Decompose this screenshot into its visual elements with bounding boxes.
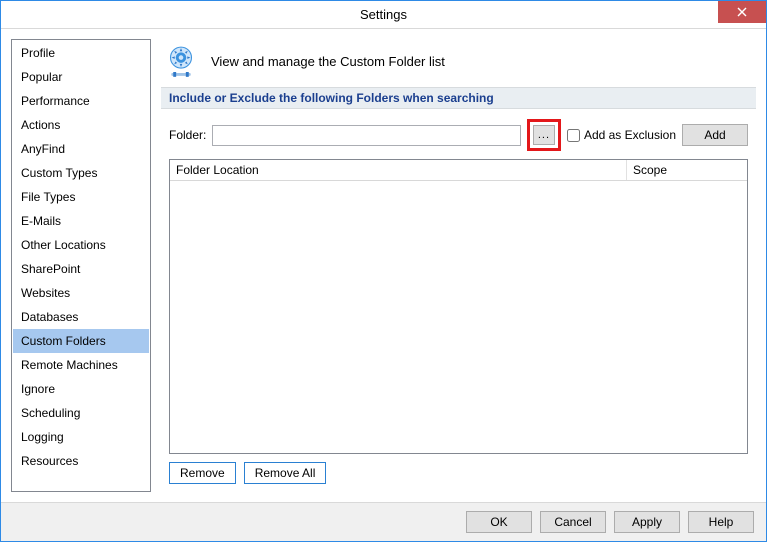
title-bar: Settings	[1, 1, 766, 29]
sidebar-item-popular[interactable]: Popular	[13, 65, 149, 89]
table-header: Folder Location Scope	[170, 160, 747, 181]
ok-button[interactable]: OK	[466, 511, 532, 533]
window-title: Settings	[360, 7, 407, 22]
sidebar-item-custom-folders[interactable]: Custom Folders	[13, 329, 149, 353]
sidebar-item-logging[interactable]: Logging	[13, 425, 149, 449]
remove-button[interactable]: Remove	[169, 462, 236, 484]
folder-row: Folder: ... Add as Exclusion Add	[161, 109, 756, 159]
sidebar-item-profile[interactable]: Profile	[13, 41, 149, 65]
window-body: ProfilePopularPerformanceActionsAnyFindC…	[1, 29, 766, 502]
help-button[interactable]: Help	[688, 511, 754, 533]
remove-all-button[interactable]: Remove All	[244, 462, 327, 484]
exclusion-label: Add as Exclusion	[584, 128, 676, 142]
close-button[interactable]	[718, 1, 766, 23]
folder-input[interactable]	[212, 125, 521, 146]
sidebar-item-other-locations[interactable]: Other Locations	[13, 233, 149, 257]
settings-sidebar[interactable]: ProfilePopularPerformanceActionsAnyFindC…	[11, 39, 151, 492]
main-panel: View and manage the Custom Folder list I…	[161, 39, 756, 492]
panel-header: View and manage the Custom Folder list	[161, 39, 756, 87]
folder-label: Folder:	[169, 128, 206, 142]
sidebar-item-e-mails[interactable]: E-Mails	[13, 209, 149, 233]
gear-icon	[165, 45, 197, 77]
add-as-exclusion[interactable]: Add as Exclusion	[567, 128, 676, 142]
section-banner: Include or Exclude the following Folders…	[161, 87, 756, 109]
settings-window: Settings ProfilePopularPerformanceAction…	[0, 0, 767, 542]
sidebar-item-databases[interactable]: Databases	[13, 305, 149, 329]
sidebar-item-performance[interactable]: Performance	[13, 89, 149, 113]
sidebar-item-websites[interactable]: Websites	[13, 281, 149, 305]
sidebar-item-custom-types[interactable]: Custom Types	[13, 161, 149, 185]
folders-table[interactable]: Folder Location Scope	[169, 159, 748, 454]
cancel-button[interactable]: Cancel	[540, 511, 606, 533]
table-actions: Remove Remove All	[161, 454, 756, 492]
exclusion-checkbox[interactable]	[567, 129, 580, 142]
apply-button[interactable]: Apply	[614, 511, 680, 533]
col-folder-location[interactable]: Folder Location	[170, 160, 627, 180]
dialog-footer: OK Cancel Apply Help	[1, 502, 766, 541]
sidebar-item-anyfind[interactable]: AnyFind	[13, 137, 149, 161]
sidebar-item-resources[interactable]: Resources	[13, 449, 149, 473]
panel-title: View and manage the Custom Folder list	[211, 54, 445, 69]
close-icon	[737, 7, 747, 17]
sidebar-item-remote-machines[interactable]: Remote Machines	[13, 353, 149, 377]
sidebar-item-file-types[interactable]: File Types	[13, 185, 149, 209]
browse-button[interactable]: ...	[533, 125, 555, 145]
sidebar-item-actions[interactable]: Actions	[13, 113, 149, 137]
col-scope[interactable]: Scope	[627, 160, 747, 180]
table-body	[170, 181, 747, 453]
sidebar-item-ignore[interactable]: Ignore	[13, 377, 149, 401]
sidebar-item-sharepoint[interactable]: SharePoint	[13, 257, 149, 281]
browse-highlight: ...	[527, 119, 561, 151]
add-button[interactable]: Add	[682, 124, 748, 146]
sidebar-item-scheduling[interactable]: Scheduling	[13, 401, 149, 425]
